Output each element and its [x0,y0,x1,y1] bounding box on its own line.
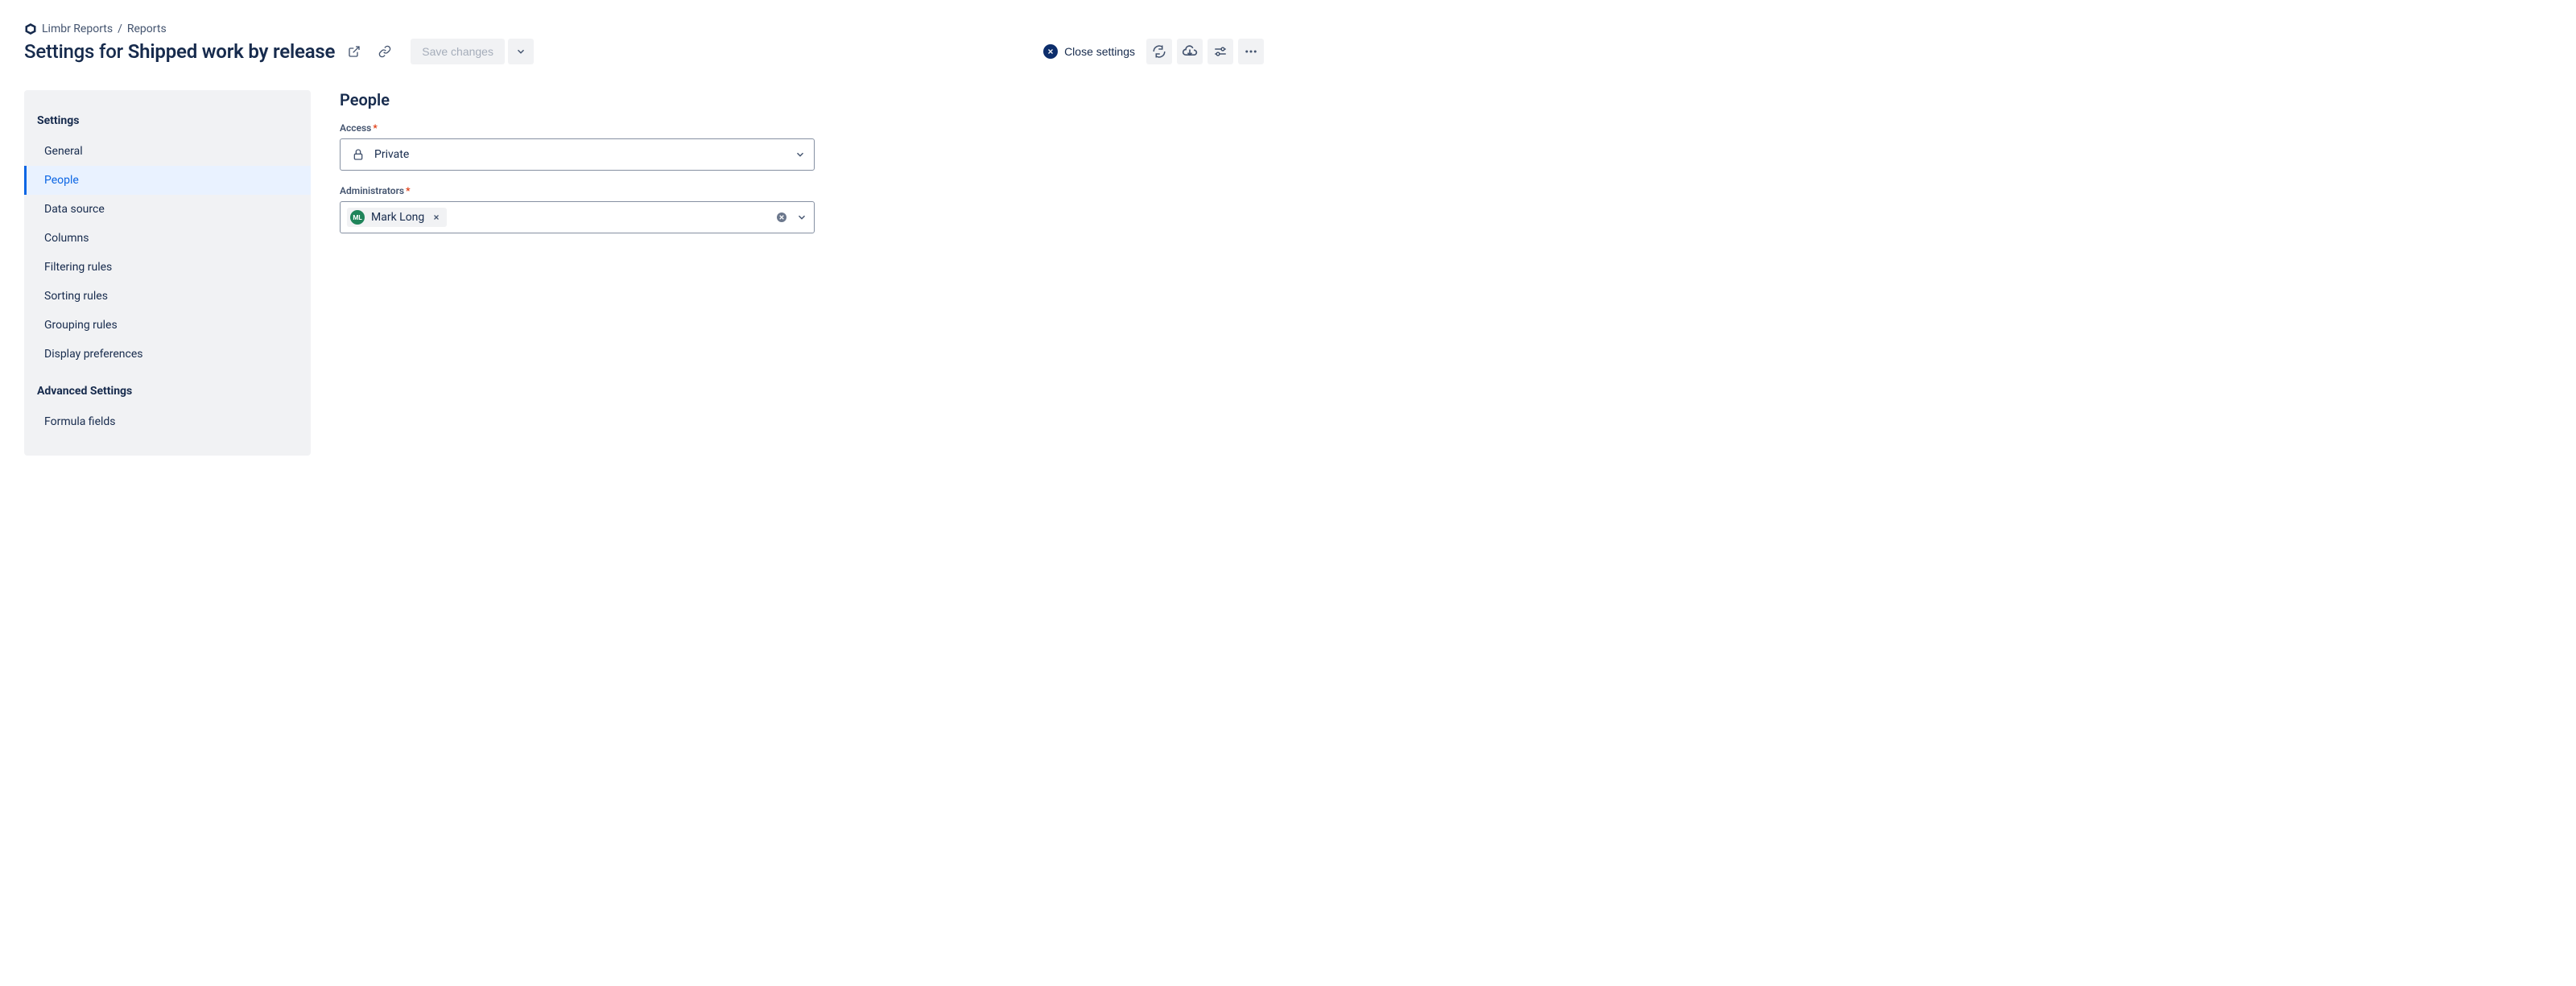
admin-chip: ML Mark Long [347,208,447,227]
sidebar-item-formula[interactable]: Formula fields [24,407,311,436]
sidebar-item-columns[interactable]: Columns [24,224,311,253]
avatar: ML [350,210,365,225]
sidebar-item-people[interactable]: People [24,166,311,195]
close-icon [1043,44,1058,59]
sidebar-heading-settings: Settings [24,109,311,137]
lock-icon [352,148,365,161]
admin-chip-name: Mark Long [371,211,424,224]
filter-settings-icon[interactable] [1208,39,1233,64]
link-icon[interactable] [374,40,396,63]
sidebar-item-sorting[interactable]: Sorting rules [24,282,311,311]
cloud-download-icon[interactable] [1177,39,1203,64]
close-settings-button[interactable]: Close settings [1037,39,1141,64]
remove-chip-icon[interactable] [431,213,442,221]
settings-sidebar: Settings General People Data source Colu… [24,90,311,456]
section-title: People [340,90,815,109]
sidebar-item-general[interactable]: General [24,137,311,166]
sync-icon[interactable] [1146,39,1172,64]
app-logo-icon [24,23,37,35]
chevron-down-icon [796,212,807,223]
chevron-down-icon [795,149,806,160]
more-icon[interactable] [1238,39,1264,64]
clear-all-icon[interactable] [775,211,788,224]
access-select[interactable]: Private [340,138,815,171]
sidebar-item-filtering[interactable]: Filtering rules [24,253,311,282]
breadcrumb-current[interactable]: Reports [127,23,167,35]
breadcrumb-separator: / [118,23,122,35]
open-external-icon[interactable] [343,40,365,63]
save-button[interactable]: Save changes [411,39,505,64]
save-dropdown-button[interactable] [508,39,534,64]
administrators-multiselect[interactable]: ML Mark Long [340,201,815,233]
access-value: Private [374,148,409,161]
breadcrumb: Limbr Reports / Reports [24,23,1264,35]
sidebar-item-display[interactable]: Display preferences [24,340,311,369]
page-title: Settings for Shipped work by release [24,40,335,63]
breadcrumb-root[interactable]: Limbr Reports [42,23,113,35]
sidebar-item-grouping[interactable]: Grouping rules [24,311,311,340]
sidebar-heading-advanced: Advanced Settings [24,380,311,407]
main-panel: People Access* Private [340,90,815,248]
access-label: Access* [340,122,815,134]
sidebar-item-data-source[interactable]: Data source [24,195,311,224]
administrators-label: Administrators* [340,185,815,196]
